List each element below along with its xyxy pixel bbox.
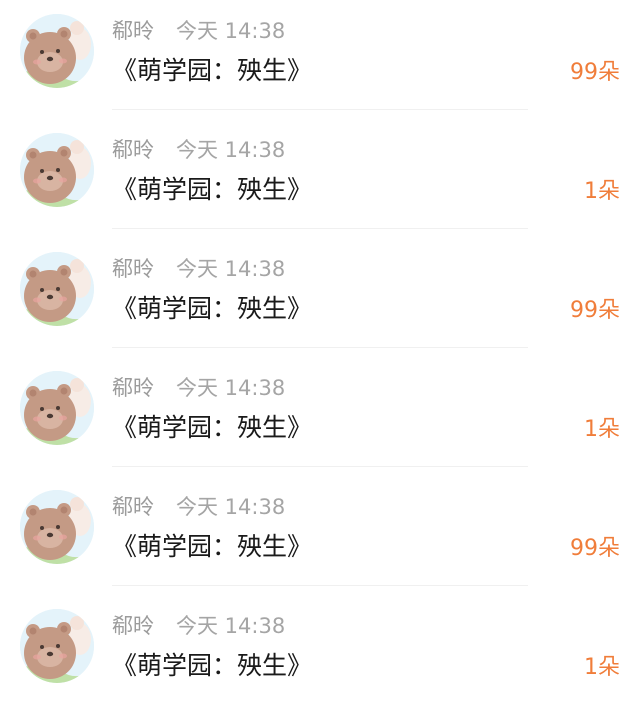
- row-divider: [112, 466, 528, 467]
- gift-target-title: 《萌学园：殃生》: [112, 413, 313, 442]
- user-avatar[interactable]: [20, 252, 94, 326]
- bear-avatar-icon: [20, 609, 94, 683]
- gift-record-list: 郗昤 今天 14:38 《萌学园：殃生》 99朵 郗昤 今天 14:38 《萌学…: [0, 0, 640, 706]
- list-item[interactable]: 郗昤 今天 14:38 《萌学园：殃生》 99朵: [0, 0, 640, 119]
- user-avatar[interactable]: [20, 371, 94, 445]
- bear-avatar-icon: [20, 490, 94, 564]
- list-item[interactable]: 郗昤 今天 14:38 《萌学园：殃生》 1朵: [0, 357, 640, 476]
- list-item[interactable]: 郗昤 今天 14:38 《萌学园：殃生》 1朵: [0, 595, 640, 706]
- bear-avatar-icon: [20, 14, 94, 88]
- flower-amount: 99朵: [570, 536, 620, 561]
- list-item[interactable]: 郗昤 今天 14:38 《萌学园：殃生》 99朵: [0, 238, 640, 357]
- bear-avatar-icon: [20, 252, 94, 326]
- timestamp: 今天 14:38: [176, 376, 286, 400]
- gift-target-title: 《萌学园：殃生》: [112, 651, 313, 680]
- row-divider: [112, 347, 528, 348]
- flower-amount: 1朵: [584, 179, 620, 204]
- timestamp: 今天 14:38: [176, 614, 286, 638]
- user-avatar[interactable]: [20, 490, 94, 564]
- user-avatar[interactable]: [20, 133, 94, 207]
- username[interactable]: 郗昤: [112, 374, 154, 402]
- username[interactable]: 郗昤: [112, 136, 154, 164]
- gift-target-title: 《萌学园：殃生》: [112, 532, 313, 561]
- gift-target-title: 《萌学园：殃生》: [112, 294, 313, 323]
- row-divider: [112, 109, 528, 110]
- timestamp: 今天 14:38: [176, 138, 286, 162]
- username[interactable]: 郗昤: [112, 17, 154, 45]
- username[interactable]: 郗昤: [112, 255, 154, 283]
- flower-amount: 1朵: [584, 655, 620, 680]
- bear-avatar-icon: [20, 371, 94, 445]
- list-item[interactable]: 郗昤 今天 14:38 《萌学园：殃生》 99朵: [0, 476, 640, 595]
- user-avatar[interactable]: [20, 609, 94, 683]
- user-avatar[interactable]: [20, 14, 94, 88]
- list-item[interactable]: 郗昤 今天 14:38 《萌学园：殃生》 1朵: [0, 119, 640, 238]
- username[interactable]: 郗昤: [112, 612, 154, 640]
- timestamp: 今天 14:38: [176, 19, 286, 43]
- bear-avatar-icon: [20, 133, 94, 207]
- row-divider: [112, 585, 528, 586]
- gift-target-title: 《萌学园：殃生》: [112, 56, 313, 85]
- flower-amount: 1朵: [584, 417, 620, 442]
- flower-amount: 99朵: [570, 60, 620, 85]
- username[interactable]: 郗昤: [112, 493, 154, 521]
- timestamp: 今天 14:38: [176, 495, 286, 519]
- row-divider: [112, 228, 528, 229]
- flower-amount: 99朵: [570, 298, 620, 323]
- gift-target-title: 《萌学园：殃生》: [112, 175, 313, 204]
- timestamp: 今天 14:38: [176, 257, 286, 281]
